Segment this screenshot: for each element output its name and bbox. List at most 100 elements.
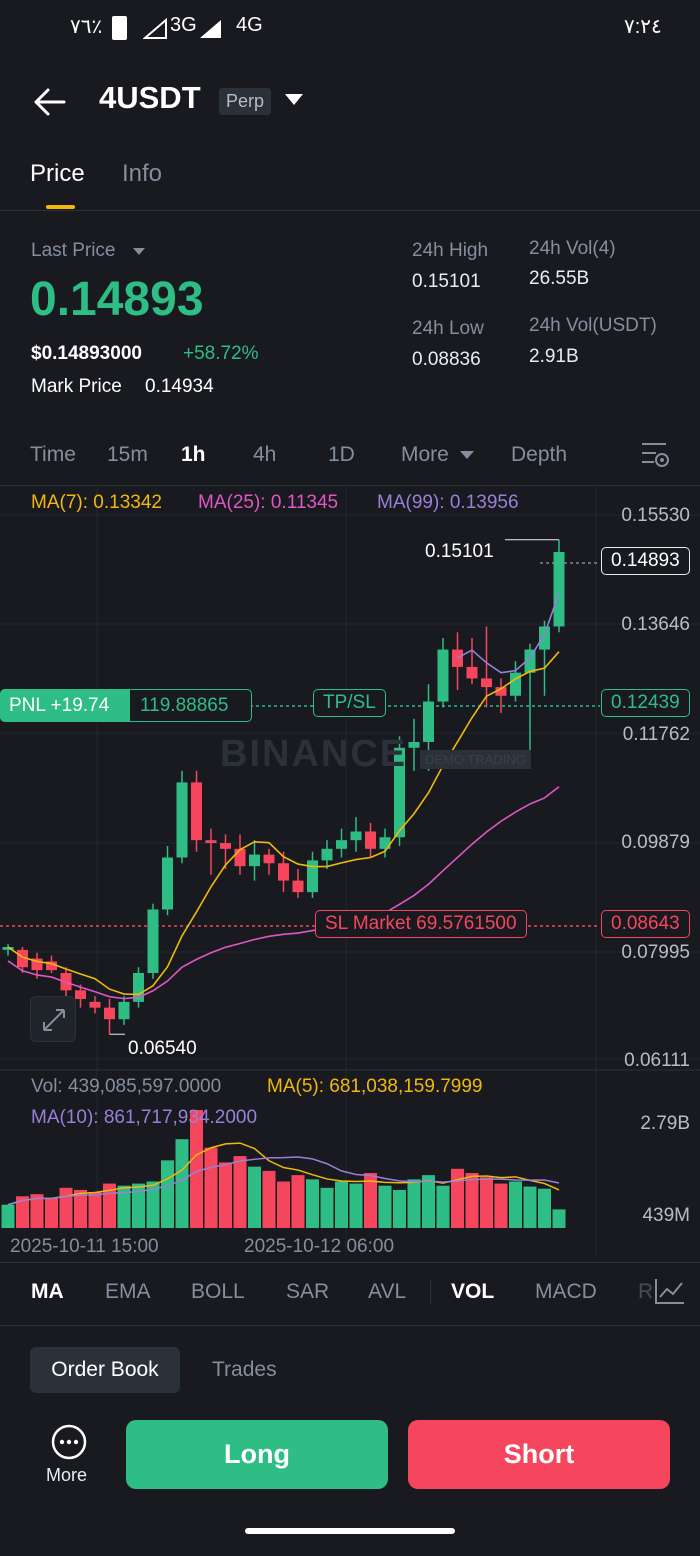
long-button[interactable]: Long [126,1420,388,1489]
signal-icon [200,20,221,38]
sl-price-tag: 0.08643 [601,910,690,938]
candle [553,551,565,627]
back-arrow-icon[interactable] [30,82,70,122]
tf-1d[interactable]: 1D [328,443,355,467]
candle [234,848,246,867]
vol-quote-label: 24h Vol(USDT) [529,315,657,336]
volume-bar [88,1192,102,1228]
volume-bar [407,1179,421,1228]
trades-tab[interactable]: Trades [212,1358,277,1382]
tf-time[interactable]: Time [30,443,76,467]
vol-ma5-legend: MA(5): 681,038,159.7999 [267,1076,483,1097]
tf-15m[interactable]: 15m [107,443,148,467]
chart-settings-icon[interactable] [640,440,672,470]
divider [0,1325,700,1326]
tab-price[interactable]: Price [30,160,85,188]
short-button[interactable]: Short [408,1420,670,1489]
y-axis-label: 0.06111 [624,1050,690,1071]
y-axis-label: 0.09879 [621,832,690,853]
ma7-legend: MA(7): 0.13342 [31,492,162,513]
volume-bar [291,1175,305,1228]
indicator-chart-icon[interactable] [652,1275,686,1307]
current-price-tag: 0.14893 [601,547,690,575]
tf-1h[interactable]: 1h [181,443,206,467]
volume-bar [523,1186,537,1228]
tf-depth[interactable]: Depth [511,443,567,467]
indicator-sar[interactable]: SAR [286,1280,329,1304]
mark-price-value: 0.14934 [145,376,214,397]
last-price-caret-icon[interactable] [133,248,145,255]
home-indicator[interactable] [245,1528,455,1534]
price-change: +58.72% [183,343,259,364]
vol-base-value: 26.55B [529,268,590,289]
divider [0,210,700,211]
price-chart[interactable] [0,485,700,1255]
vol-quote-value: 2.91B [529,346,579,367]
volume-bar [378,1185,392,1228]
symbol-dropdown-caret-icon[interactable] [285,94,303,105]
tab-info[interactable]: Info [122,160,162,188]
volume-bar [59,1187,73,1228]
order-book-tab[interactable]: Order Book [30,1347,180,1393]
y-axis-label: 0.07995 [621,942,690,963]
volume-bar [219,1162,232,1228]
indicator-macd[interactable]: MACD [535,1280,597,1304]
vol-base-label: 24h Vol(4) [529,238,616,259]
volume-bar [262,1170,276,1228]
indicator-divider [430,1279,431,1305]
more-icon[interactable] [51,1424,87,1460]
candle [118,1001,130,1020]
candle [278,863,289,881]
signal-icon [143,18,167,39]
volume-bar [204,1147,218,1228]
battery-percent: ٧٦٪ [70,16,103,38]
indicator-ma[interactable]: MA [31,1280,64,1304]
volume-bar [175,1139,189,1228]
last-price-label[interactable]: Last Price [31,240,115,262]
tpsl-button[interactable]: TP/SL [313,689,386,717]
vol-y-top: 2.79B [640,1113,690,1134]
volume-bar [1,1204,15,1228]
more-label[interactable]: More [46,1465,87,1486]
candle [336,840,347,849]
candle [423,701,434,742]
indicator-r[interactable]: R [638,1280,653,1304]
demo-trading-watermark: DEMO TRADING [420,750,531,769]
ma25-line [7,786,560,1000]
indicator-boll[interactable]: BOLL [191,1280,245,1304]
battery-icon [112,16,127,40]
candle [466,666,478,679]
volume-bar [422,1175,435,1228]
x-axis-label: 2025-10-12 06:00 [244,1236,395,1257]
y-axis-label: 0.13646 [621,614,690,635]
fullscreen-button[interactable] [30,996,76,1042]
candle [263,854,275,864]
symbol-title[interactable]: 4USDT [99,80,201,116]
candle [408,741,420,748]
mark-price-label: Mark Price [31,376,122,397]
candle [350,831,362,841]
vol-legend: Vol: 439,085,597.0000 [31,1076,222,1097]
status-time: ٧:٢٤ [624,16,662,38]
network-3g-label: 3G [170,14,197,36]
volume-bar [335,1181,348,1228]
low-marker-label: 0.06540 [128,1038,197,1059]
indicator-ema[interactable]: EMA [105,1280,151,1304]
candle [249,854,260,867]
candle [437,649,449,702]
tf-4h[interactable]: 4h [253,443,276,467]
volume-bar [161,1160,174,1228]
sl-market-label[interactable]: SL Market 69.5761500 [315,910,527,938]
tf-more[interactable]: More [401,443,449,467]
x-axis-label: 2025-10-11 15:00 [10,1236,159,1257]
vol-ma10-legend: MA(10): 861,717,934.2000 [31,1107,258,1128]
ma99-legend: MA(99): 0.13956 [377,492,519,513]
indicator-vol[interactable]: VOL [451,1280,494,1304]
expand-icon [43,1009,65,1031]
volume-bar [248,1166,261,1228]
tf-more-caret-icon[interactable] [460,451,474,459]
last-price-value: 0.14893 [30,273,204,326]
volume-bar [306,1179,319,1228]
indicator-avl[interactable]: AVL [368,1280,406,1304]
volume-bar [538,1188,551,1228]
